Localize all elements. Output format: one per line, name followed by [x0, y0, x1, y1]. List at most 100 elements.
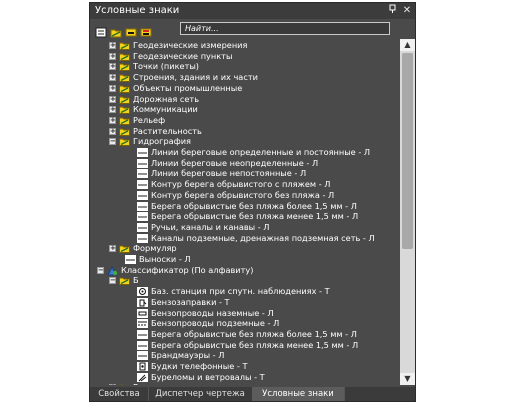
tree-item[interactable]: Линии береговые определенные и постоянны… — [90, 147, 400, 158]
expand-icon[interactable]: + — [109, 42, 116, 49]
tree-item-label: Брандмауэры - Л — [151, 350, 225, 361]
folder-icon — [119, 62, 130, 72]
tree-item-label: Выноски - Л — [139, 254, 191, 264]
tree-group[interactable]: + Строения, здания и их части — [90, 72, 400, 83]
tree-item-label: Бензопроводы подземные - Л — [151, 318, 280, 329]
folder-icon[interactable] — [110, 23, 122, 38]
scrollbar-thumb[interactable] — [402, 53, 413, 249]
tree-item[interactable]: Контур берега обрывистого без пляжа - Л — [90, 190, 400, 201]
tree-item[interactable]: Берега обрывистые без пляжа более 1,5 мм… — [90, 201, 400, 212]
tree-item-label: Бензопроводы наземные - Л — [151, 307, 274, 318]
tree-group[interactable]: + Геодезические пункты — [90, 51, 400, 62]
tree-group[interactable]: + Формуляр — [90, 243, 400, 254]
tree-group[interactable]: + Коммуникации — [90, 104, 400, 115]
expand-icon[interactable]: + — [109, 384, 116, 385]
folder-icon — [119, 276, 130, 286]
tree-group[interactable]: + Точки (пикеты) — [90, 61, 400, 72]
tree-item-label: Ручьи, каналы и канавы - Л — [151, 221, 270, 232]
tree-item-label: Берега обрывистые без пляжа более 1,5 мм… — [151, 328, 357, 339]
collapse-icon[interactable]: − — [97, 266, 104, 274]
tree-item[interactable]: Брандмауэры - Л — [90, 350, 400, 361]
line-symbol-icon — [137, 169, 148, 179]
tree-item-label: Берега обрывистые без пляжа менее 1,5 мм… — [151, 339, 359, 350]
station-icon — [137, 287, 148, 297]
new-icon[interactable] — [95, 23, 107, 38]
folder-icon — [119, 244, 130, 254]
tree-group[interactable]: + Рельеф — [90, 115, 400, 126]
tree-group[interactable]: +В — [90, 382, 400, 385]
folder-icon — [119, 127, 130, 136]
minus-icon[interactable] — [125, 23, 137, 37]
line-symbol-icon — [137, 329, 148, 339]
collapse-icon[interactable]: − — [109, 277, 116, 285]
collapse-icon[interactable]: − — [109, 138, 116, 146]
close-icon[interactable]: ✕ — [401, 4, 413, 17]
tree-item[interactable]: Берега обрывистые без пляжа более 1,5 мм… — [90, 329, 400, 340]
tree-item-label: Каналы подземные, дренажная подземная се… — [151, 232, 375, 243]
tree-item[interactable]: Каналы подземные, дренажная подземная се… — [90, 233, 400, 244]
tree-item[interactable]: Выноски - Л — [90, 254, 400, 265]
expand-icon[interactable]: + — [109, 95, 116, 103]
tree-item-label: Геодезические измерения — [133, 40, 248, 50]
tree-item-label: Бензозаправки - Т — [151, 296, 230, 307]
panel-toolbar: Найти... — [90, 20, 415, 38]
expand-icon[interactable]: + — [109, 116, 116, 124]
tree-item[interactable]: Ручьи, каналы и канавы - Л — [90, 222, 400, 233]
vertical-scrollbar[interactable]: ▲ ▼ — [400, 39, 415, 385]
tree-item-label: Растительность — [133, 125, 202, 136]
tree-item-label: Дорожная сеть — [133, 93, 200, 104]
classifier-icon — [107, 265, 118, 276]
folder-icon — [119, 116, 130, 125]
tree-item[interactable]: Линии береговые неопределенные - Л — [90, 158, 400, 169]
line-symbol-icon — [137, 351, 148, 361]
tree-item-label: Берега обрывистые без пляжа более 1,5 мм… — [151, 200, 357, 211]
line-symbol-icon — [137, 212, 148, 222]
scroll-up-icon[interactable]: ▲ — [400, 39, 415, 51]
panel-tabs: Свойства Диспетчер чертежа Условные знаки — [90, 387, 415, 401]
tree-item[interactable]: Бензопроводы наземные - Л — [90, 308, 400, 319]
scroll-down-icon[interactable]: ▼ — [400, 373, 415, 385]
expand-icon[interactable]: + — [109, 74, 116, 82]
tree-group[interactable]: − Классификатор (По алфавиту) — [90, 265, 400, 276]
tree-item[interactable]: Баз. станция при спутн. наблюдениях - Т — [90, 286, 400, 297]
tree-item[interactable]: Буреломы и ветровалы - Т — [90, 372, 400, 383]
expand-icon[interactable]: + — [109, 63, 116, 71]
tree-group[interactable]: + Объекты промышленные — [90, 83, 400, 94]
expand-icon[interactable]: + — [109, 106, 116, 114]
tree-item[interactable]: Берега обрывистые без пляжа менее 1,5 мм… — [90, 211, 400, 222]
tree-item-label: Контур берега обрывистого с пляжем - Л — [151, 179, 331, 190]
tree-item[interactable]: Контур берега обрывистого с пляжем - Л — [90, 179, 400, 190]
tree-item[interactable]: Бензопроводы подземные - Л — [90, 318, 400, 329]
tree-group[interactable]: − Гидрография — [90, 136, 400, 147]
tab-2[interactable]: Условные знаки — [252, 387, 345, 401]
phone-booth-icon — [137, 362, 148, 371]
line-symbol-icon — [137, 180, 148, 190]
tree-group[interactable]: − Б — [90, 275, 400, 286]
tree-item[interactable]: Бензозаправки - Т — [90, 297, 400, 308]
tree-item[interactable]: Будки телефонные - Т — [90, 361, 400, 372]
tree-item-label: Классификатор (По алфавиту) — [121, 264, 254, 275]
tree-group[interactable]: + Растительность — [90, 126, 400, 137]
tree-item[interactable]: Линии береговые непостоянные - Л — [90, 168, 400, 179]
tree-item-label: Б — [133, 275, 139, 286]
flag-icon[interactable] — [140, 23, 152, 37]
tree-item-label: Точки (пикеты) — [133, 61, 199, 72]
tree-item-label: Строения, здания и их части — [133, 72, 258, 83]
tab-1[interactable]: Диспетчер чертежа — [148, 387, 253, 401]
search-input[interactable]: Найти... — [180, 22, 390, 35]
folder-icon — [119, 137, 130, 147]
tree-item[interactable]: Берега обрывистые без пляжа менее 1,5 мм… — [90, 340, 400, 351]
line-symbol-icon — [137, 233, 148, 243]
tree-item-label: Формуляр — [133, 243, 177, 254]
expand-icon[interactable]: + — [109, 245, 116, 253]
tree-item-label: Рельеф — [133, 114, 166, 125]
line-symbol-icon — [137, 340, 148, 350]
expand-icon[interactable]: + — [109, 52, 116, 60]
tab-0[interactable]: Свойства — [90, 387, 149, 401]
symbols-tree: + Геодезические измерения + Геодезические п… — [90, 39, 400, 385]
tree-group[interactable]: + Дорожная сеть — [90, 94, 400, 105]
tree-group[interactable]: + Геодезические измерения — [90, 40, 400, 51]
expand-icon[interactable]: + — [109, 84, 116, 92]
expand-icon[interactable]: + — [109, 127, 116, 135]
pin-icon[interactable] — [386, 4, 398, 17]
